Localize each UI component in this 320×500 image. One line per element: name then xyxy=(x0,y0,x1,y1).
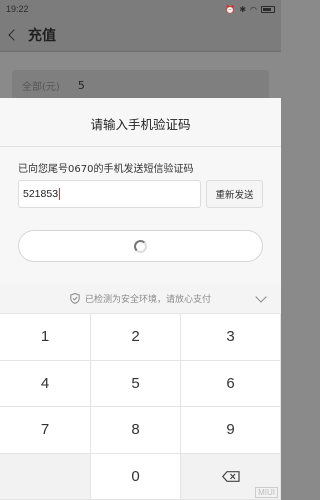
verification-dialog: 请输入手机验证码 已向您尾号0670的手机发送短信验证码 521853 重新发送 xyxy=(0,98,281,284)
chevron-down-icon[interactable] xyxy=(255,291,267,303)
amount-label: 全部(元) xyxy=(22,81,60,93)
sms-hint: 已向您尾号0670的手机发送短信验证码 xyxy=(18,164,194,175)
divider xyxy=(0,146,281,147)
alarm-icon: ⏰ xyxy=(225,4,236,14)
resend-button[interactable]: 重新发送 xyxy=(206,180,263,208)
shield-check-icon xyxy=(70,293,80,304)
page-title: 充值 xyxy=(28,26,56,43)
amount-box: 全部(元) 5 xyxy=(12,70,269,100)
key-7[interactable]: 7 xyxy=(0,407,91,454)
back-icon[interactable] xyxy=(8,28,20,41)
key-2[interactable]: 2 xyxy=(91,314,181,361)
key-9[interactable]: 9 xyxy=(181,407,281,454)
backspace-icon xyxy=(221,470,240,482)
key-1[interactable]: 1 xyxy=(0,314,91,361)
app-header: 充值 xyxy=(0,18,281,52)
miui-watermark: MIUI xyxy=(255,487,278,498)
key-blank xyxy=(0,453,91,500)
loading-spinner-icon xyxy=(134,239,147,253)
wifi-icon: ◠ xyxy=(250,4,257,14)
status-bar: 19:22 ⏰ ✱ ◠ xyxy=(0,0,281,18)
key-6[interactable]: 6 xyxy=(181,360,281,407)
bluetooth-icon: ✱ xyxy=(239,4,247,14)
security-text: 已检测为安全环境，请放心支付 xyxy=(84,295,211,305)
status-icons: ⏰ ✱ ◠ xyxy=(225,5,275,14)
key-8[interactable]: 8 xyxy=(91,407,181,454)
status-time: 19:22 xyxy=(6,4,29,14)
key-4[interactable]: 4 xyxy=(0,360,91,407)
secure-keyboard: 已检测为安全环境，请放心支付 1 2 3 4 5 6 7 8 9 0 MIUI xyxy=(0,284,281,500)
key-5[interactable]: 5 xyxy=(91,360,181,407)
key-0[interactable]: 0 xyxy=(91,453,181,500)
keyboard-security-bar: 已检测为安全环境，请放心支付 xyxy=(0,284,281,314)
verification-code-input[interactable]: 521853 xyxy=(18,180,201,208)
code-value: 521853 xyxy=(23,188,59,200)
keypad: 1 2 3 4 5 6 7 8 9 0 xyxy=(0,314,281,500)
submit-button[interactable] xyxy=(18,230,263,262)
dialog-title: 请输入手机验证码 xyxy=(90,117,191,132)
amount-value: 5 xyxy=(77,78,85,92)
text-caret xyxy=(59,188,61,200)
battery-icon xyxy=(261,5,275,13)
key-3[interactable]: 3 xyxy=(181,314,281,361)
